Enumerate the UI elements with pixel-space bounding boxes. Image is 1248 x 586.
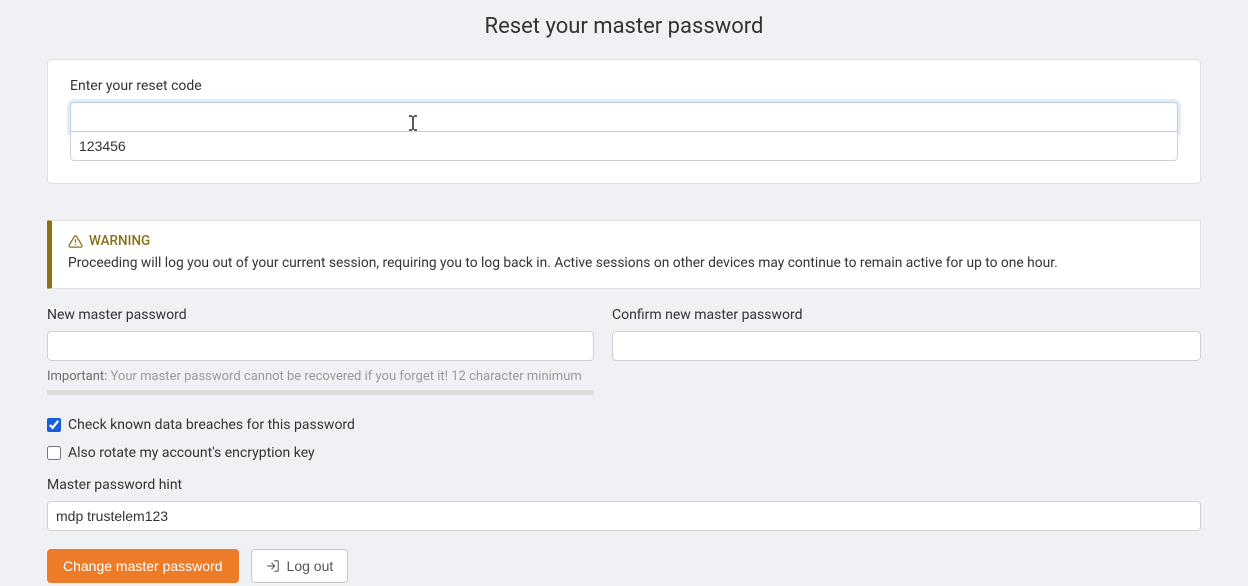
rotate-key-checkbox[interactable] — [47, 446, 61, 460]
new-password-input[interactable] — [47, 331, 594, 361]
reset-code-input[interactable] — [70, 102, 1178, 132]
warning-title-text: WARNING — [89, 233, 150, 249]
breach-check-row[interactable]: Check known data breaches for this passw… — [47, 417, 1201, 433]
reset-code-label: Enter your reset code — [70, 78, 1178, 94]
warning-panel: WARNING Proceeding will log you out of y… — [47, 220, 1201, 289]
warning-icon — [68, 234, 83, 249]
breach-check-label: Check known data breaches for this passw… — [68, 417, 355, 433]
hint-input[interactable] — [47, 501, 1201, 531]
rotate-key-label: Also rotate my account's encryption key — [68, 445, 315, 461]
confirm-password-label: Confirm new master password — [612, 307, 1201, 323]
new-password-label: New master password — [47, 307, 594, 323]
change-password-button[interactable]: Change master password — [47, 549, 239, 583]
new-password-helper: Important: Your master password cannot b… — [47, 369, 594, 384]
rotate-key-row[interactable]: Also rotate my account's encryption key — [47, 445, 1201, 461]
warning-body-text: Proceeding will log you out of your curr… — [68, 253, 1184, 274]
breach-checkbox[interactable] — [47, 418, 61, 432]
hint-label: Master password hint — [47, 477, 1201, 493]
page-title: Reset your master password — [0, 0, 1248, 59]
confirm-password-input[interactable] — [612, 331, 1201, 361]
reset-code-card: Enter your reset code — [47, 59, 1201, 184]
logout-button-label: Log out — [287, 558, 334, 574]
reset-code-suggestion[interactable] — [70, 131, 1178, 161]
logout-button[interactable]: Log out — [251, 549, 349, 583]
logout-icon — [266, 559, 280, 573]
password-strength-bar — [47, 390, 594, 395]
